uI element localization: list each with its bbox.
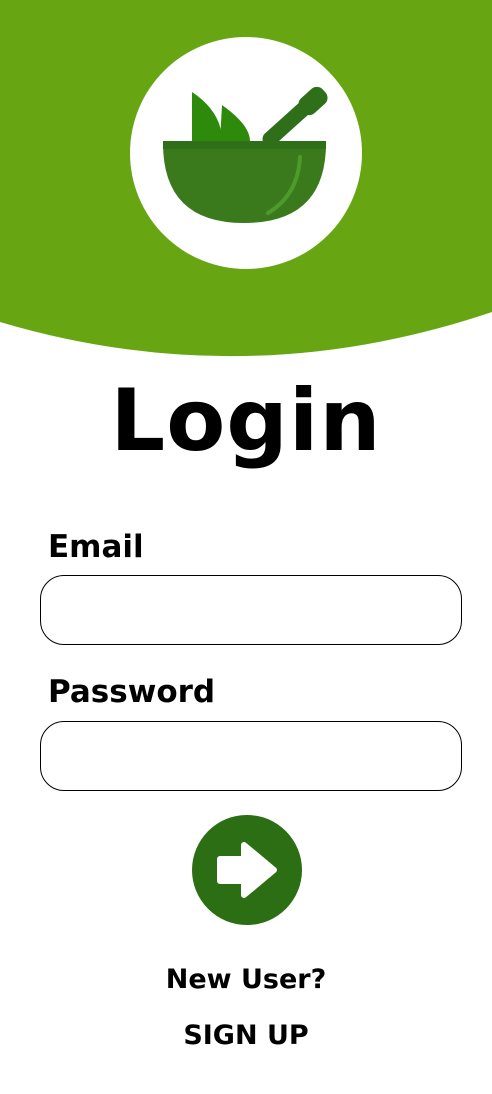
new-user-prompt: New User? — [165, 964, 327, 995]
login-screen: Login Email Password New User? SIGN UP — [0, 0, 492, 1094]
page-title: Login — [110, 371, 382, 471]
email-field[interactable] — [40, 575, 462, 645]
email-label: Email — [48, 529, 144, 565]
password-label: Password — [48, 674, 216, 710]
arrow-right-icon — [217, 842, 277, 898]
password-field[interactable] — [40, 721, 462, 791]
mortar-and-pestle-icon — [163, 86, 328, 223]
sign-up-link[interactable]: SIGN UP — [0, 1018, 492, 1054]
app-logo — [130, 37, 362, 269]
login-submit-button[interactable] — [192, 815, 302, 925]
